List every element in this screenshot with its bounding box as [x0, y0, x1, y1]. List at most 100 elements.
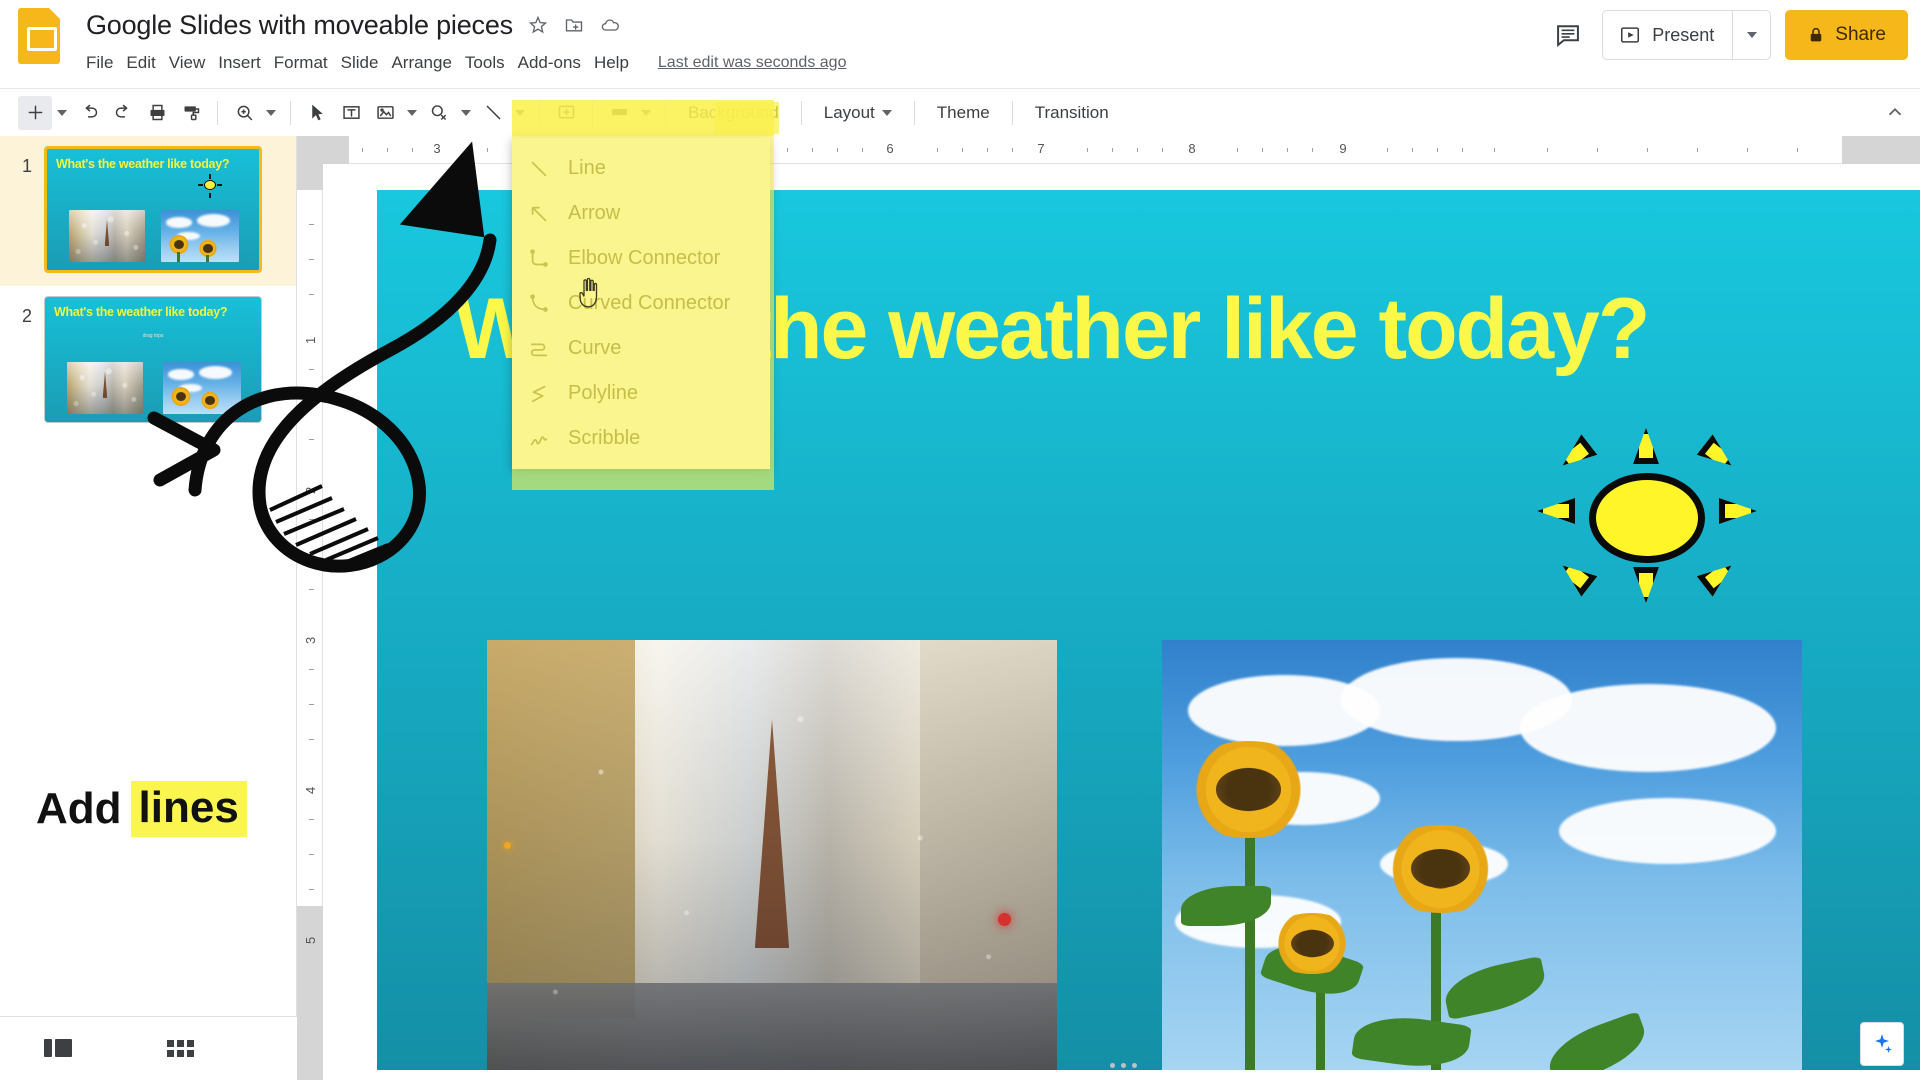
ruler-label-h: 3 [433, 141, 440, 156]
paint-format-icon[interactable] [174, 96, 208, 130]
menu-option-label: Line [568, 157, 606, 180]
cursor-pointer-icon [575, 277, 605, 311]
filmstrip-slide-1[interactable]: 1 What's the weather like today? [0, 136, 296, 286]
present-label: Present [1652, 25, 1714, 46]
google-slides-window: Google Slides with moveable pieces File … [0, 0, 1920, 1080]
sun-graphic[interactable] [1537, 428, 1757, 603]
ruler-label-v: 5 [303, 937, 318, 944]
present-dropdown-caret[interactable] [1732, 11, 1770, 59]
menu-slide[interactable]: Slide [341, 50, 392, 76]
redo-icon[interactable] [106, 96, 140, 130]
menu-help[interactable]: Help [594, 50, 642, 76]
filmstrip-slide-2[interactable]: 2 What's the weather like today? drag to… [0, 286, 296, 436]
last-edit-status[interactable]: Last edit was seconds ago [658, 54, 847, 72]
menu-option-curve[interactable]: Curve [512, 326, 770, 371]
shape-icon[interactable] [422, 96, 456, 130]
line-icon[interactable] [476, 96, 510, 130]
layout-button[interactable]: Layout [811, 97, 905, 129]
toolbar-divider-5 [665, 101, 666, 125]
menu-insert[interactable]: Insert [218, 50, 274, 76]
menu-option-arrow[interactable]: Arrow [512, 191, 770, 236]
share-button[interactable]: Share [1785, 10, 1908, 60]
menu-option-scribble[interactable]: Scribble [512, 416, 770, 461]
slide-thumbnail[interactable]: What's the weather like today? drag tops [44, 296, 262, 423]
chevron-up-icon[interactable] [1884, 101, 1906, 129]
menu-format[interactable]: Format [274, 50, 341, 76]
image-icon[interactable] [368, 96, 402, 130]
filmstrip-view-icon[interactable] [44, 1037, 72, 1061]
zoom-dropdown-caret[interactable] [261, 96, 281, 130]
add-lines-highlight: lines [131, 781, 247, 837]
comment-icon[interactable] [1548, 15, 1588, 55]
ruler-label-v: 4 [303, 787, 318, 794]
thumbnail-title: What's the weather like today? [54, 305, 227, 319]
present-group: Present [1602, 10, 1771, 60]
background-button[interactable]: Background [675, 97, 792, 129]
rainy-street-photo[interactable] [487, 640, 1057, 1070]
transition-dropdown-caret[interactable] [636, 96, 656, 130]
menu-tools[interactable]: Tools [465, 50, 518, 76]
menu-bar: File Edit View Insert Format Slide Arran… [86, 50, 846, 76]
line-icon [528, 158, 550, 180]
curve-icon [528, 338, 550, 360]
share-label: Share [1835, 24, 1886, 46]
menu-file[interactable]: File [86, 50, 126, 76]
vertical-ruler[interactable]: 1 2 3 4 5 [297, 164, 323, 1080]
menu-edit[interactable]: Edit [126, 50, 168, 76]
toolbar-divider-3 [539, 101, 540, 125]
transition-button[interactable]: Transition [1022, 97, 1122, 129]
slide-filmstrip[interactable]: 1 What's the weather like today? [0, 136, 297, 1080]
slide-thumbnail[interactable]: What's the weather like today? [44, 146, 262, 273]
shape-dropdown-caret[interactable] [456, 96, 476, 130]
thumbnail-photo-left [69, 210, 145, 262]
thumbnail-photo-left [67, 362, 143, 414]
star-icon[interactable] [527, 14, 549, 36]
grid-view-icon[interactable] [167, 1037, 195, 1061]
menu-option-polyline[interactable]: Polyline [512, 371, 770, 416]
page-title[interactable]: Google Slides with moveable pieces [86, 10, 513, 41]
ruler-label-h: 6 [886, 141, 893, 156]
top-right-actions: Present Share [1548, 10, 1908, 60]
ruler-label-v: 2 [303, 487, 318, 494]
menu-arrange[interactable]: Arrange [391, 50, 464, 76]
transition-icon[interactable] [602, 96, 636, 130]
thumbnail-photo-right [163, 362, 241, 414]
text-box-icon[interactable] [334, 96, 368, 130]
undo-icon[interactable] [72, 96, 106, 130]
line-dropdown-caret[interactable] [510, 96, 530, 130]
zoom-icon[interactable] [227, 96, 261, 130]
cloud-saved-icon[interactable] [599, 14, 621, 36]
present-button[interactable]: Present [1603, 11, 1732, 59]
menu-option-line[interactable]: Line [512, 146, 770, 191]
add-comment-icon[interactable] [549, 96, 583, 130]
menu-option-label: Curve [568, 337, 621, 360]
add-lines-prefix: Add [36, 784, 122, 834]
menu-option-curved-connector[interactable]: Curved Connector [512, 281, 770, 326]
toolbar-divider-8 [1012, 101, 1013, 125]
new-slide-icon[interactable] [18, 96, 52, 130]
new-slide-dropdown-caret[interactable] [52, 96, 72, 130]
line-dropdown-menu[interactable]: Line Arrow Elbow Connector Curved Connec… [512, 138, 770, 469]
ruler-label-h: 7 [1037, 141, 1044, 156]
sunflowers-sky-photo[interactable] [1162, 640, 1802, 1070]
menu-addons[interactable]: Add-ons [518, 50, 594, 76]
canvas-resize-handle[interactable] [1110, 1063, 1137, 1068]
bottom-bar [0, 1016, 297, 1080]
menu-option-elbow-connector[interactable]: Elbow Connector [512, 236, 770, 281]
menu-option-label: Polyline [568, 382, 638, 405]
explore-icon[interactable] [1860, 1022, 1904, 1066]
layout-label: Layout [824, 103, 875, 123]
menu-view[interactable]: View [169, 50, 219, 76]
print-icon[interactable] [140, 96, 174, 130]
theme-button[interactable]: Theme [924, 97, 1003, 129]
slides-icon[interactable] [18, 8, 60, 64]
add-lines-annotation: Add lines [36, 781, 247, 837]
slide-number: 2 [0, 296, 44, 327]
menu-option-label: Scribble [568, 427, 640, 450]
image-dropdown-caret[interactable] [402, 96, 422, 130]
elbow-connector-icon [528, 248, 550, 270]
ruler-label-h: 8 [1188, 141, 1195, 156]
select-arrow-icon[interactable] [300, 96, 334, 130]
move-to-folder-icon[interactable] [563, 14, 585, 36]
top-bar: Google Slides with moveable pieces File … [0, 0, 1920, 88]
